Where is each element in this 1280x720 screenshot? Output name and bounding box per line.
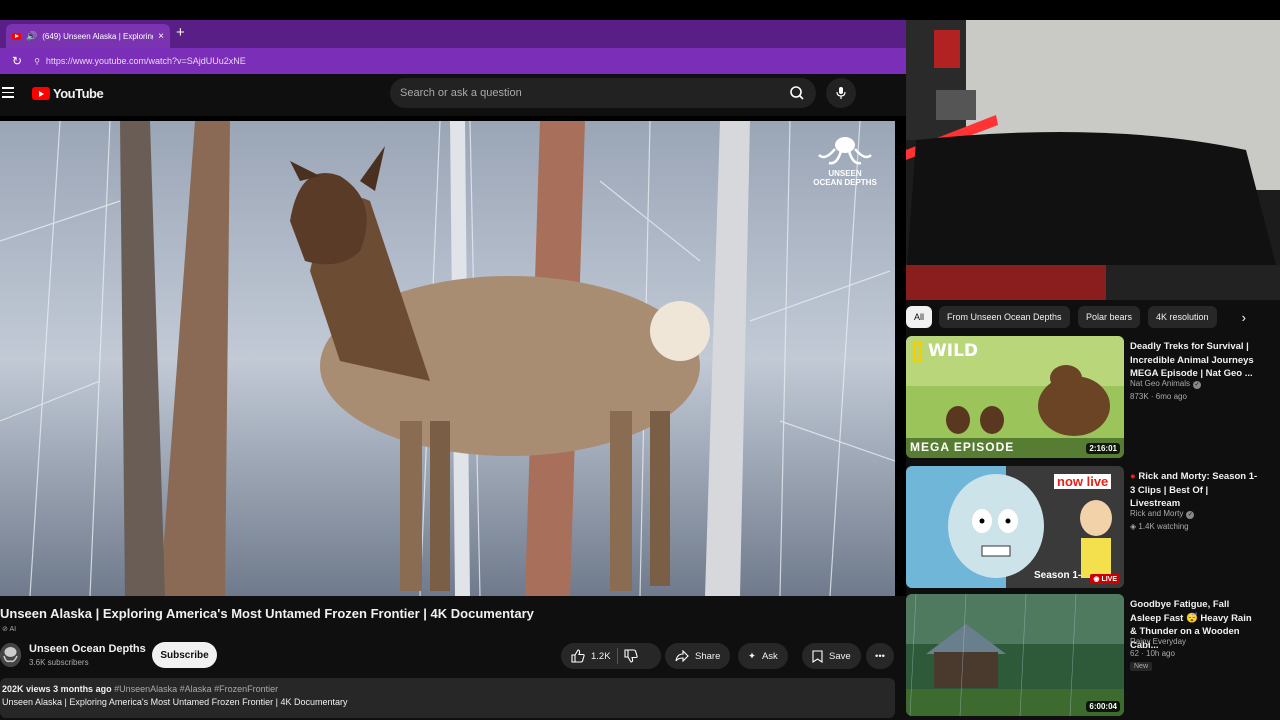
ai-tag-text: AI: [9, 626, 17, 633]
close-tab-icon[interactable]: ×: [158, 31, 164, 42]
rec-title[interactable]: ● Rick and Morty: Season 1-3 Clips | Bes…: [1130, 470, 1260, 511]
like-icon[interactable]: [571, 649, 585, 663]
ai-label: ⊘ AI: [2, 625, 16, 633]
rec-channel[interactable]: Rainy Everyday: [1130, 637, 1186, 646]
rec-channel[interactable]: Nat Geo Animals ✓: [1130, 379, 1202, 389]
youtube-header: YouTube Search or ask a question: [0, 74, 906, 116]
video-thumbnail[interactable]: 6:00:04: [906, 594, 1124, 716]
share-icon: [675, 650, 689, 662]
view-count: 202K views: [2, 684, 51, 694]
filter-chips: All From Unseen Ocean Depths Polar bears…: [906, 306, 1280, 328]
channel-avatar[interactable]: [0, 643, 21, 667]
recommendation-item[interactable]: 6:00:04 Goodbye Fatigue, Fall Asleep Fas…: [906, 594, 1280, 718]
watermark-line-1: UNSEEN: [828, 169, 862, 178]
channel-watermark: UNSEEN OCEAN DEPTHS: [805, 135, 885, 187]
channel-avatar-image: [0, 643, 21, 667]
upload-age: 3 months ago: [53, 684, 112, 694]
search-placeholder: Search or ask a question: [400, 87, 522, 99]
dislike-icon[interactable]: [623, 649, 638, 663]
recommendation-item[interactable]: now live Season 1- ◉ LIVE ● Rick and Mor…: [906, 466, 1280, 590]
like-dislike-group: 1.2K: [561, 643, 661, 669]
subscriber-count: 3.6K subscribers: [29, 658, 89, 667]
save-label: Save: [829, 650, 851, 662]
youtube-logo[interactable]: YouTube: [32, 86, 104, 101]
chip-polar-bears[interactable]: Polar bears: [1078, 306, 1141, 328]
video-info: Unseen Alaska | Exploring America's Most…: [0, 596, 906, 720]
voice-search-button[interactable]: [826, 78, 856, 108]
microphone-icon: [836, 87, 846, 99]
rec-meta: 873K · 6mo ago: [1130, 392, 1187, 401]
verified-icon: ✓: [1193, 381, 1202, 389]
more-icon: •••: [875, 650, 885, 662]
verified-icon: ✓: [1186, 511, 1195, 519]
chip-4k[interactable]: 4K resolution: [1148, 306, 1217, 328]
youtube-logo-icon: [32, 87, 50, 100]
description-line-1: 202K views 3 months ago #UnseenAlaska #A…: [2, 684, 893, 694]
rec-meta: 62 · 10h ago: [1130, 649, 1175, 658]
like-count[interactable]: 1.2K: [591, 651, 611, 662]
channel-name[interactable]: Unseen Ocean Depths: [29, 643, 146, 655]
ai-icon: ⊘: [2, 626, 8, 633]
description-text: Unseen Alaska | Exploring America's Most…: [2, 697, 348, 707]
search-input[interactable]: Search or ask a question: [390, 78, 816, 108]
chevron-right-icon[interactable]: ›: [1242, 310, 1246, 325]
subscribe-button[interactable]: Subscribe: [152, 642, 217, 668]
video-frame-elk: [0, 121, 895, 596]
video-duration: 6:00:04: [1086, 701, 1120, 712]
rec-channel[interactable]: Rick and Morty ✓: [1130, 509, 1195, 519]
more-actions-button[interactable]: •••: [866, 643, 894, 669]
webcam-image: [906, 20, 1280, 300]
search-button[interactable]: [778, 78, 816, 108]
save-button[interactable]: Save: [802, 643, 861, 669]
speaker-icon[interactable]: 🔊: [26, 31, 37, 42]
video-title: Unseen Alaska | Exploring America's Most…: [0, 606, 534, 621]
top-bar: [0, 0, 1280, 20]
search-icon: [790, 86, 804, 100]
youtube-favicon-icon: [12, 32, 21, 40]
thumb-now-live-text: now live: [1054, 474, 1112, 489]
thumb-mega-text: MEGA EPISODE: [910, 440, 1015, 454]
video-thumbnail[interactable]: now live Season 1- ◉ LIVE: [906, 466, 1124, 588]
ask-label: Ask: [761, 650, 778, 662]
url-field[interactable]: ⚲ https://www.youtube.com/watch?v=SAjdUU…: [34, 56, 246, 66]
like-divider: [616, 648, 618, 664]
video-thumbnail[interactable]: WILD MEGA EPISODE 2:16:01: [906, 336, 1124, 458]
chip-all[interactable]: All: [906, 306, 933, 328]
chip-from-channel[interactable]: From Unseen Ocean Depths: [939, 306, 1070, 328]
share-label: Share: [695, 650, 721, 662]
new-badge: New: [1130, 662, 1153, 671]
browser-tab[interactable]: 🔊 (649) Unseen Alaska | Exploring ×: [6, 24, 170, 48]
recommendation-item[interactable]: WILD MEGA EPISODE 2:16:01 Deadly Treks f…: [906, 336, 1280, 460]
address-bar: ↻ ⚲ https://www.youtube.com/watch?v=SAjd…: [0, 48, 906, 74]
url-text: https://www.youtube.com/watch?v=SAjdUUu2…: [45, 56, 246, 66]
ask-button[interactable]: ✦ Ask: [738, 643, 788, 669]
rec-title[interactable]: Deadly Treks for Survival | Incredible A…: [1130, 340, 1260, 381]
new-tab-button[interactable]: +: [176, 24, 185, 41]
share-button[interactable]: Share: [665, 643, 731, 669]
video-player[interactable]: UNSEEN OCEAN DEPTHS: [0, 121, 895, 596]
watermark-line-2: OCEAN DEPTHS: [813, 178, 877, 187]
hashtags[interactable]: #UnseenAlaska #Alaska #FrozenFrontier: [114, 684, 278, 694]
live-badge: ◉ LIVE: [1090, 574, 1120, 584]
logo-text: YouTube: [53, 86, 104, 101]
site-info-icon[interactable]: ⚲: [34, 57, 40, 66]
related-sidebar: All From Unseen Ocean Depths Polar bears…: [906, 300, 1280, 720]
sparkle-icon: ✦: [748, 650, 756, 662]
rain-cabin-thumbnail-image: [906, 594, 1124, 716]
hamburger-menu-icon[interactable]: [2, 87, 14, 98]
reload-icon[interactable]: ↻: [12, 54, 22, 68]
video-duration: 2:16:01: [1086, 443, 1120, 454]
description-box[interactable]: 202K views 3 months ago #UnseenAlaska #A…: [0, 678, 895, 718]
rec-meta: ◈ 1.4K watching: [1130, 522, 1189, 531]
tab-strip: 🔊 (649) Unseen Alaska | Exploring × +: [0, 20, 906, 48]
tab-title: (649) Unseen Alaska | Exploring: [42, 31, 154, 41]
webcam-overlay: [906, 20, 1280, 300]
thumb-wild-text: WILD: [928, 341, 979, 361]
octopus-logo-icon: [818, 137, 872, 165]
thumb-season-text: Season 1-: [1034, 570, 1082, 581]
bookmark-icon: [812, 649, 823, 663]
